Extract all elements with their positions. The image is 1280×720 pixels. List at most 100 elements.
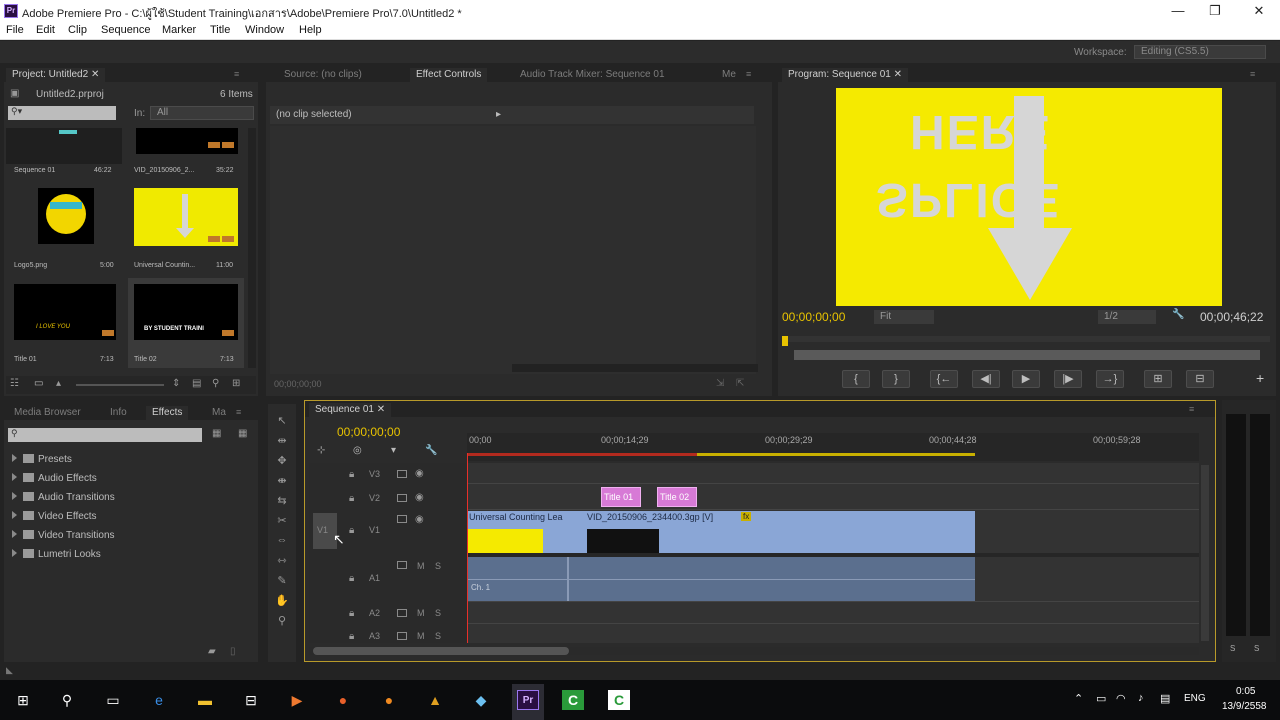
app-blue-icon[interactable]: ◆	[470, 690, 492, 710]
menu-sequence[interactable]: Sequence	[101, 24, 151, 36]
delete-icon[interactable]: ▯	[230, 646, 236, 657]
close-icon[interactable]: ✕	[377, 404, 385, 415]
list-view-icon[interactable]: ☷	[10, 378, 19, 389]
eye-icon[interactable]: ◉	[415, 492, 424, 503]
fit-dropdown[interactable]: Fit	[874, 310, 934, 324]
close-button[interactable]: ✕	[1244, 2, 1274, 20]
hand-tool-icon[interactable]: ✋	[274, 594, 290, 608]
play-button[interactable]: ▶	[1012, 370, 1040, 388]
toggle-sync-icon[interactable]	[397, 470, 407, 478]
slide-tool-icon[interactable]: ⇿	[274, 554, 290, 568]
folder-video-transitions[interactable]: Video Transitions	[12, 530, 115, 541]
effect-scroll[interactable]	[512, 364, 758, 372]
toggle-sync-icon[interactable]	[397, 515, 407, 523]
ripple-edit-tool-icon[interactable]: ✥	[274, 454, 290, 468]
program-ruler[interactable]	[784, 336, 1270, 342]
mute-button[interactable]: M	[417, 561, 425, 571]
accelerated-effects-icon[interactable]: ▦	[212, 428, 221, 439]
eye-icon[interactable]: ◉	[415, 514, 424, 525]
panel-menu-icon[interactable]: ≡	[1250, 69, 1262, 79]
vlc-icon[interactable]: ●	[378, 690, 400, 710]
mark-in-button[interactable]: {	[842, 370, 870, 388]
panel-menu-icon[interactable]: ≡	[746, 69, 758, 79]
menu-edit[interactable]: Edit	[36, 24, 55, 36]
razor-tool-icon[interactable]: ✂	[274, 514, 290, 528]
tray-notification-icon[interactable]: ▤	[1160, 692, 1170, 705]
folder-video-effects[interactable]: Video Effects	[12, 511, 97, 522]
icon-view-icon[interactable]: ▭	[34, 378, 43, 389]
filter-icon[interactable]: ⇲	[716, 378, 724, 389]
panel-menu-icon[interactable]: ≡	[1189, 404, 1201, 414]
folder-audio-transitions[interactable]: Audio Transitions	[12, 492, 115, 503]
windows-start-icon[interactable]: ⊞	[12, 690, 34, 710]
clip-universal-counting[interactable]: Universal Counting Lea	[467, 511, 585, 553]
panel-menu-icon[interactable]: ≡	[236, 407, 248, 417]
go-to-in-button[interactable]: {←	[930, 370, 958, 388]
extract-button[interactable]: ⊟	[1186, 370, 1214, 388]
step-back-button[interactable]: ◀|	[972, 370, 1000, 388]
workspace-dropdown[interactable]: Editing (CS5.5)	[1134, 45, 1266, 59]
tab-metadata[interactable]: Me	[716, 68, 742, 82]
lock-icon[interactable]: 🔒︎	[349, 631, 354, 642]
folder-presets[interactable]: Presets	[12, 454, 72, 465]
rolling-edit-tool-icon[interactable]: ⇼	[274, 474, 290, 488]
thumb-vid[interactable]	[136, 128, 238, 154]
lock-icon[interactable]: 🔒︎	[349, 469, 354, 480]
timeline-hscroll[interactable]	[313, 647, 569, 655]
tab-effect-controls[interactable]: Effect Controls	[410, 68, 488, 82]
linked-selection-icon[interactable]: ◎	[353, 445, 362, 456]
zoom-out-icon[interactable]: ▴	[56, 378, 61, 389]
tray-battery-icon[interactable]: ▭	[1096, 692, 1106, 705]
tab-source[interactable]: Source: (no clips)	[278, 68, 368, 82]
project-scrollbar[interactable]	[248, 128, 256, 368]
button-editor-icon[interactable]: +	[1256, 370, 1270, 388]
resolution-dropdown[interactable]: 1/2	[1098, 310, 1156, 324]
sort-icon[interactable]: ⇕	[172, 378, 180, 389]
go-to-out-button[interactable]: →}	[1096, 370, 1124, 388]
lock-icon[interactable]: 🔒︎	[349, 525, 354, 536]
automate-icon[interactable]: ▤	[192, 378, 201, 389]
toggle-sync-icon[interactable]	[397, 609, 407, 617]
toggle-sync-icon[interactable]	[397, 632, 407, 640]
solo-button[interactable]: S	[435, 608, 441, 618]
folder-lumetri-looks[interactable]: Lumetri Looks	[12, 549, 101, 560]
program-frame[interactable]: HERE SPLICE	[836, 88, 1222, 306]
clip-vid[interactable]: VID_20150906_234400.3gp [V] fx	[585, 511, 975, 553]
wrench-icon[interactable]: 🔧	[1172, 309, 1184, 320]
lift-button[interactable]: ⊞	[1144, 370, 1172, 388]
tray-volume-icon[interactable]: ♪	[1138, 692, 1144, 704]
menu-title[interactable]: Title	[210, 24, 230, 36]
export-icon[interactable]: ⇱	[736, 378, 744, 389]
toggle-sync-icon[interactable]	[397, 561, 407, 569]
program-timecode[interactable]: 00;00;00;00	[782, 310, 845, 324]
lock-icon[interactable]: 🔒︎	[349, 608, 354, 619]
store-icon[interactable]: ⊟	[240, 690, 262, 710]
tab-info[interactable]: Info	[104, 406, 133, 420]
zoom-tool-icon[interactable]: ⚲	[274, 614, 290, 628]
clip-title02[interactable]: Title 02	[657, 487, 697, 507]
zoom-slider[interactable]	[76, 384, 164, 386]
restore-button[interactable]: ❐	[1200, 2, 1230, 20]
thumb-logo[interactable]	[38, 188, 94, 244]
mark-out-button[interactable]: }	[882, 370, 910, 388]
tab-program[interactable]: Program: Sequence 01 ✕	[782, 68, 909, 82]
media-app-icon[interactable]: ▶	[286, 690, 308, 710]
solo-button[interactable]: S	[435, 631, 441, 641]
tab-sequence[interactable]: Sequence 01 ✕	[309, 403, 392, 417]
premiere-taskbar-icon[interactable]: Pr	[517, 690, 539, 710]
eye-icon[interactable]: ◉	[415, 468, 424, 479]
menu-help[interactable]: Help	[299, 24, 322, 36]
find-icon[interactable]: ⚲	[212, 378, 219, 389]
time-ruler[interactable]: 00;00 00;00;14;29 00;00;29;29 00;00;44;2…	[467, 433, 1199, 461]
new-bin-icon[interactable]: ▰	[208, 646, 216, 657]
clock-date[interactable]: 13/9/2558	[1222, 701, 1267, 712]
firefox-icon[interactable]: ●	[332, 690, 354, 710]
toggle-sync-icon[interactable]	[397, 494, 407, 502]
thumb-title01[interactable]: I LOVE YOU	[14, 284, 116, 340]
close-icon[interactable]: ✕	[894, 69, 902, 80]
folder-audio-effects[interactable]: Audio Effects	[12, 473, 97, 484]
selection-tool-icon[interactable]: ↖	[274, 414, 290, 428]
solo-right-button[interactable]: S	[1254, 644, 1259, 653]
panel-menu-icon[interactable]: ≡	[234, 69, 246, 79]
pen-tool-icon[interactable]: ✎	[274, 574, 290, 588]
